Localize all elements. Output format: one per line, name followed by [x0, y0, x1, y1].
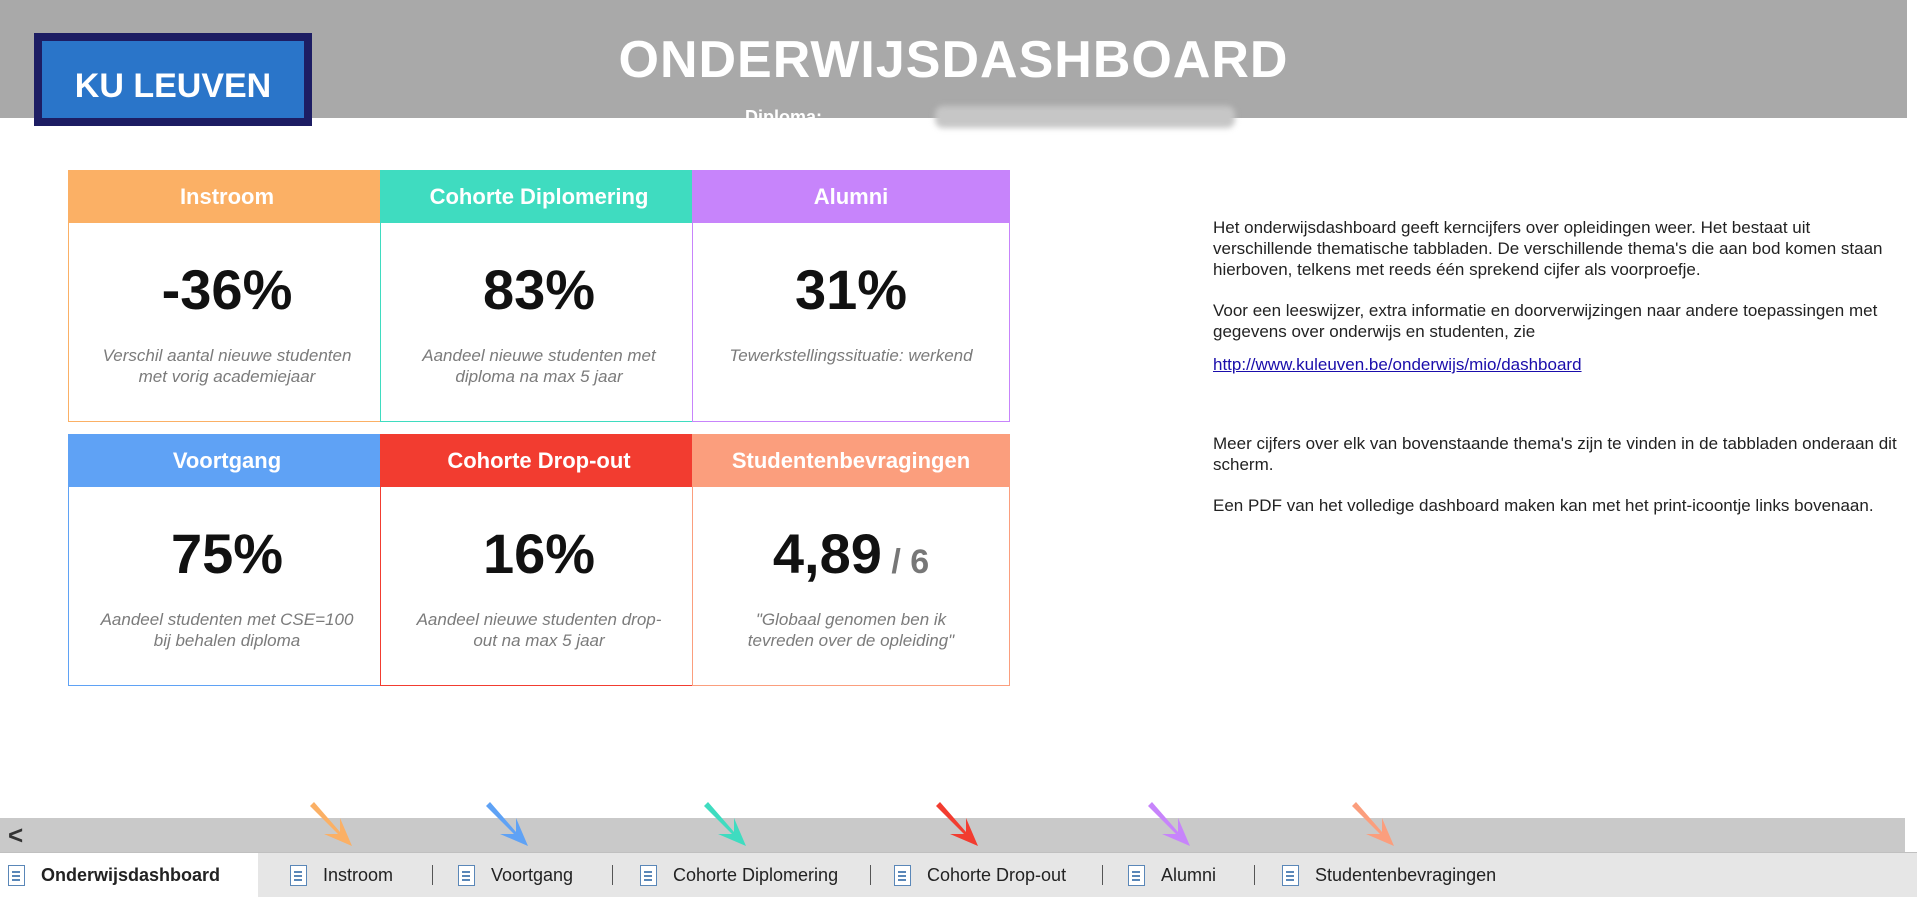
tab-divider [1102, 865, 1103, 885]
card-value: 75% [170, 522, 284, 585]
info-paragraph-intro: Het onderwijsdashboard geeft kerncijfers… [1213, 218, 1883, 279]
arrow-down-right-icon [310, 802, 352, 846]
tab-studentenbevragingen[interactable]: Studentenbevragingen [1282, 853, 1496, 897]
card-value: 16% [482, 522, 596, 585]
arrow-down-right-icon [1148, 802, 1190, 846]
card-description: "Globaal genomen ben ik tevreden over de… [747, 610, 955, 650]
card-description: Verschil aantal nieuwe studenten met vor… [102, 346, 352, 386]
card-alumni[interactable]: Alumni 31% Tewerkstellingssituatie: werk… [692, 170, 1010, 422]
tab-onderwijsdashboard[interactable]: Onderwijsdashboard [0, 853, 258, 897]
dashboard-header: KU LEUVEN ONDERWIJSDASHBOARD Diploma: [0, 0, 1909, 128]
sheet-tabs-bar: Onderwijsdashboard Instroom Voortgang Co… [0, 852, 1917, 897]
tab-label: Onderwijsdashboard [41, 864, 221, 885]
sheet-icon [1282, 864, 1299, 886]
card-title: Studentenbevragingen [693, 435, 1009, 487]
card-cohorte-diplomering[interactable]: Cohorte Diplomering 83% Aandeel nieuwe s… [380, 170, 698, 422]
card-voortgang[interactable]: Voortgang 75% Aandeel studenten met CSE=… [68, 434, 386, 686]
page-title: ONDERWIJSDASHBOARD [618, 31, 1289, 89]
card-title: Alumni [693, 171, 1009, 223]
arrow-down-right-icon [486, 802, 528, 846]
diploma-label: Diploma: [745, 107, 823, 127]
tab-label: Instroom [323, 864, 394, 885]
tab-instroom[interactable]: Instroom [290, 853, 393, 897]
tab-divider [1254, 865, 1255, 885]
tab-label: Alumni [1161, 864, 1217, 885]
card-description: Aandeel nieuwe studenten met diploma na … [422, 346, 656, 386]
card-title: Cohorte Drop-out [381, 435, 697, 487]
card-cohorte-drop-out[interactable]: Cohorte Drop-out 16% Aandeel nieuwe stud… [380, 434, 698, 686]
card-description: Aandeel nieuwe studenten drop-out na max… [416, 610, 662, 650]
sheet-icon [290, 864, 307, 886]
card-value: 4,89 / 6 [772, 522, 930, 585]
arrow-down-right-icon [704, 802, 746, 846]
tab-voortgang[interactable]: Voortgang [458, 853, 573, 897]
sheet-icon [8, 864, 25, 886]
card-title: Voortgang [69, 435, 385, 487]
info-paragraph-tabs: Meer cijfers over elk van bovenstaande t… [1213, 434, 1897, 474]
card-description: Aandeel studenten met CSE=100 bij behale… [100, 610, 354, 650]
arrow-down-right-icon [1352, 802, 1394, 846]
card-instroom[interactable]: Instroom -36% Verschil aantal nieuwe stu… [68, 170, 386, 422]
dashboard-link[interactable]: http://www.kuleuven.be/onderwijs/mio/das… [1213, 355, 1582, 374]
card-description: Tewerkstellingssituatie: werkend [729, 346, 973, 365]
tab-cohorte-diplomering[interactable]: Cohorte Diplomering [640, 853, 838, 897]
tab-cohorte-drop-out[interactable]: Cohorte Drop-out [894, 853, 1066, 897]
tab-label: Cohorte Drop-out [927, 864, 1067, 885]
tab-divider [870, 865, 871, 885]
arrow-down-right-icon [936, 802, 978, 846]
scroll-left-icon[interactable]: < [8, 820, 23, 851]
info-paragraph-pdf: Een PDF van het volledige dashboard make… [1213, 496, 1874, 515]
card-title: Cohorte Diplomering [381, 171, 697, 223]
sheet-icon [458, 864, 475, 886]
info-panel: Het onderwijsdashboard geeft kerncijfers… [1213, 217, 1903, 516]
card-title: Instroom [69, 171, 385, 223]
card-studentenbevragingen[interactable]: Studentenbevragingen 4,89 / 6 "Globaal g… [692, 434, 1010, 686]
tab-divider [612, 865, 613, 885]
card-value: 31% [794, 258, 908, 321]
card-value: 83% [482, 258, 596, 321]
info-paragraph-reader: Voor een leeswijzer, extra informatie en… [1213, 301, 1878, 341]
tab-divider [432, 865, 433, 885]
sheet-icon [640, 864, 657, 886]
card-value: -36% [161, 258, 293, 321]
tab-label: Cohorte Diplomering [673, 864, 839, 885]
tab-label: Studentenbevragingen [1315, 864, 1497, 885]
sheet-icon [894, 864, 911, 886]
tab-alumni[interactable]: Alumni [1128, 853, 1216, 897]
tab-label: Voortgang [491, 864, 574, 885]
sheet-icon [1128, 864, 1145, 886]
diploma-value-redacted [935, 106, 1235, 128]
